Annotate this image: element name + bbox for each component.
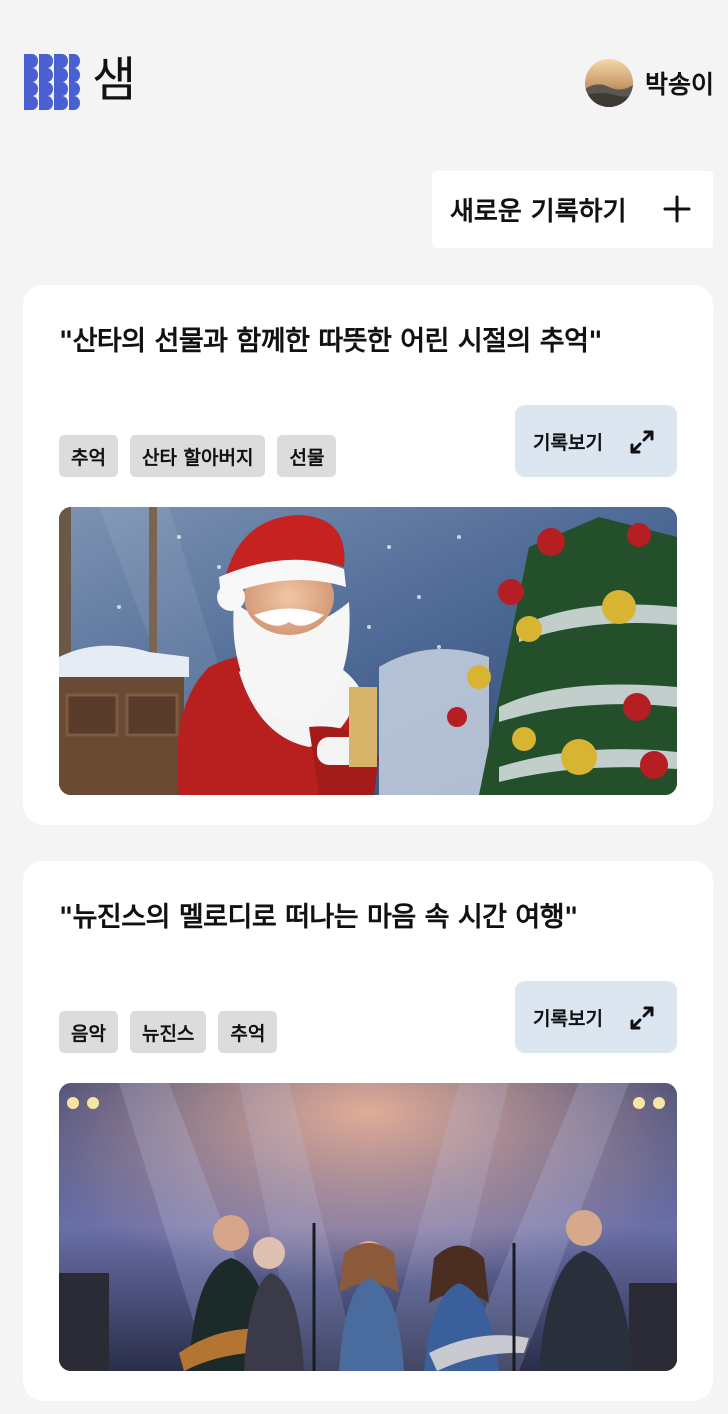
new-record-label: 새로운 기록하기 (450, 197, 627, 227)
expand-icon (630, 1006, 654, 1030)
view-record-label: 기록보기 (533, 431, 603, 454)
view-record-label: 기록보기 (533, 1007, 603, 1030)
app-header: 샘 박송이 (0, 0, 728, 165)
user-profile[interactable]: 박송이 (584, 58, 714, 108)
santa-christmas-tree-image[interactable] (59, 507, 677, 795)
logo-icon[interactable] (24, 54, 82, 110)
tag[interactable]: 뉴진스 (129, 1011, 207, 1053)
record-title: "뉴진스의 멜로디로 떠나는 마음 속 시간 여행" (59, 902, 578, 933)
tag-list: 추억 산타 할아버지 선물 (59, 435, 337, 477)
plus-icon (663, 195, 691, 223)
expand-icon (630, 430, 654, 454)
band-concert-stage-image[interactable] (59, 1083, 677, 1371)
tag[interactable]: 음악 (59, 1011, 118, 1053)
record-card: "산타의 선물과 함께한 따뜻한 어린 시절의 추억" 추억 산타 할아버지 선… (23, 285, 713, 825)
record-title: "산타의 선물과 함께한 따뜻한 어린 시절의 추억" (59, 326, 603, 357)
avatar-landscape-icon (584, 59, 633, 107)
tag-list: 음악 뉴진스 추억 (59, 1011, 278, 1053)
tag[interactable]: 추억 (59, 435, 118, 477)
avatar[interactable] (584, 59, 633, 107)
tag[interactable]: 선물 (277, 435, 337, 477)
tag[interactable]: 추억 (218, 1011, 278, 1053)
view-record-button[interactable]: 기록보기 (515, 405, 677, 477)
logo-text[interactable]: 샘 (92, 50, 136, 110)
tag[interactable]: 산타 할아버지 (129, 435, 266, 477)
new-record-button[interactable]: 새로운 기록하기 (432, 171, 713, 248)
record-card: "뉴진스의 멜로디로 떠나는 마음 속 시간 여행" 음악 뉴진스 추억 기록보… (23, 861, 713, 1401)
user-name: 박송이 (644, 70, 714, 99)
view-record-button[interactable]: 기록보기 (515, 981, 677, 1053)
